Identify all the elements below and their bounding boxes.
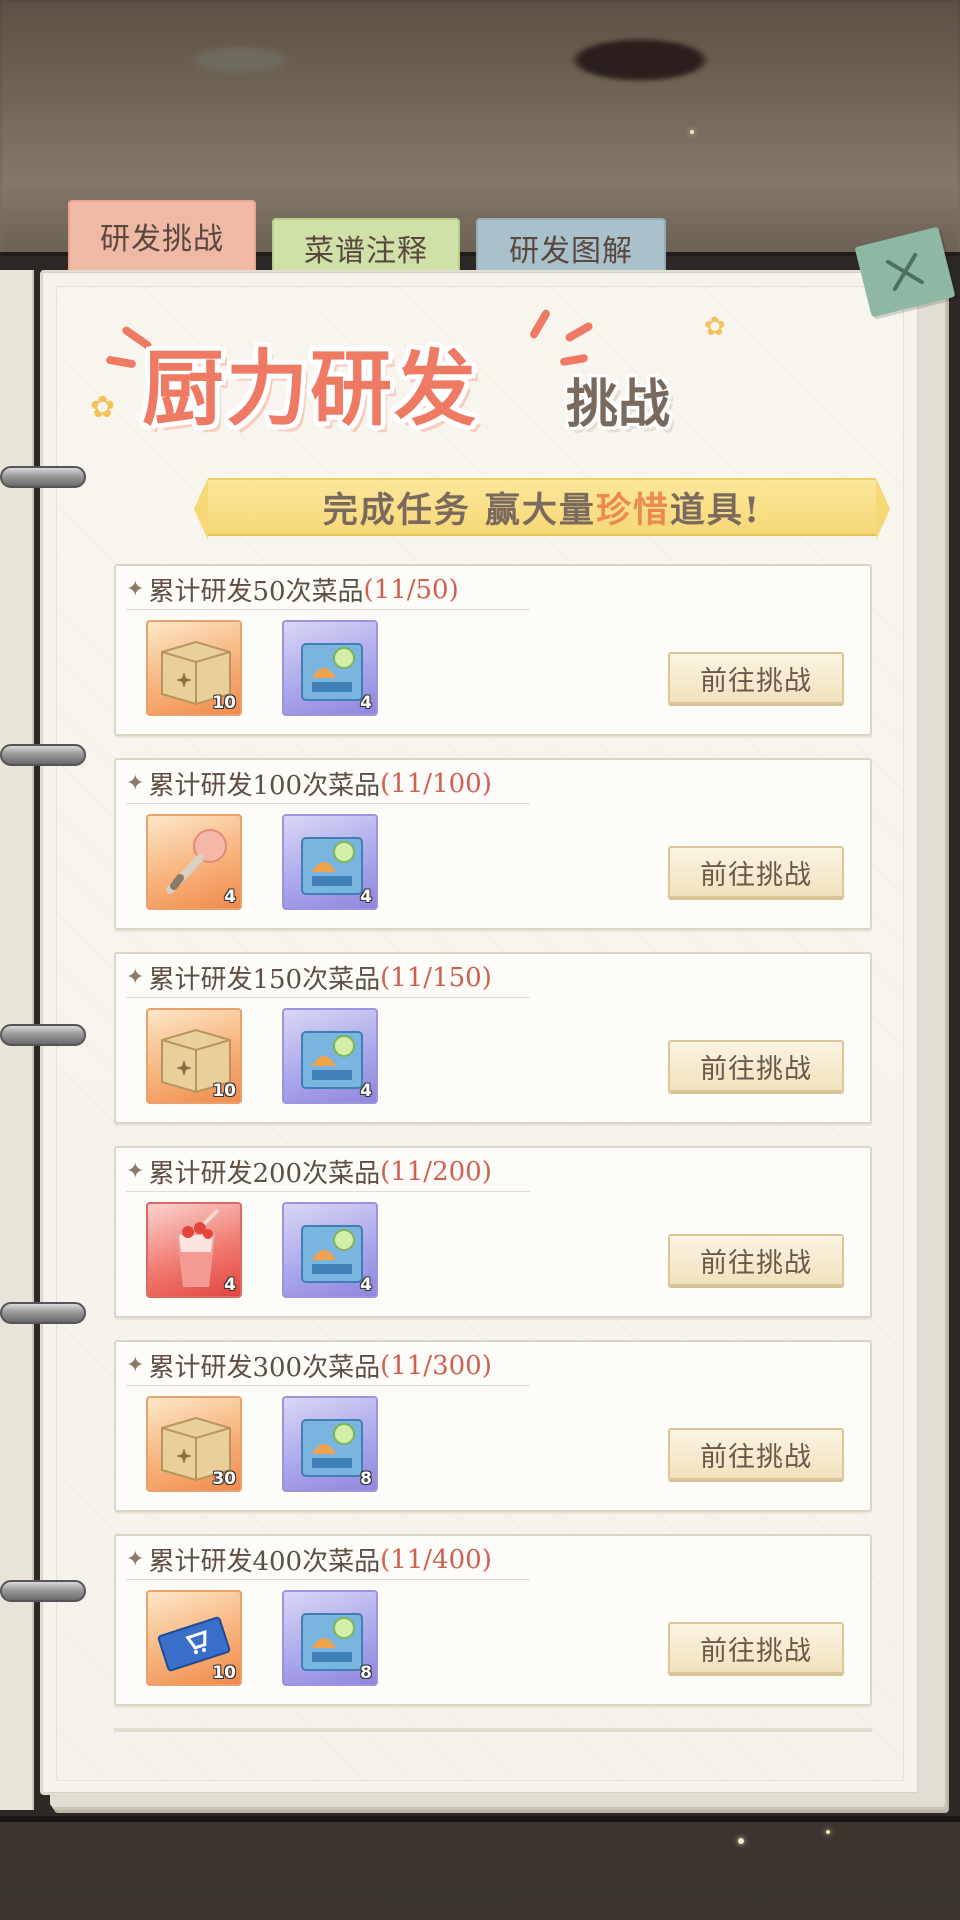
task-card: ✦ 累计研发200次菜品 (11/200) 4 4 前往挑战: [114, 1146, 872, 1318]
task-progress: (11/300): [380, 1350, 492, 1381]
go-challenge-button[interactable]: 前往挑战: [668, 1428, 844, 1480]
reward-item[interactable]: 4: [282, 1008, 378, 1104]
task-header: ✦ 累计研发200次菜品 (11/200): [126, 1152, 530, 1192]
task-card: ✦ 累计研发400次菜品 (11/400) 10 8 前往挑战: [114, 1534, 872, 1706]
task-label: 累计研发50次菜品: [148, 577, 364, 607]
reward-item[interactable]: 4: [282, 1202, 378, 1298]
go-challenge-button[interactable]: 前往挑战: [668, 1622, 844, 1674]
task-label: 累计研发100次菜品: [148, 771, 381, 801]
binder-ring: [0, 1302, 86, 1324]
bullet-icon: ✦: [126, 771, 145, 796]
task-header: ✦ 累计研发100次菜品 (11/100): [126, 764, 530, 804]
reward-count: 4: [360, 1275, 372, 1295]
star-icon: ✿: [704, 312, 726, 342]
task-progress: (11/50): [363, 574, 459, 605]
star-icon: ✿: [90, 390, 116, 425]
go-challenge-button[interactable]: 前往挑战: [668, 846, 844, 898]
tab-research-challenge[interactable]: 研发挑战: [68, 200, 256, 272]
bullet-icon: ✦: [126, 1547, 145, 1572]
task-label: 累计研发400次菜品: [148, 1547, 381, 1577]
sparkle-deco: [738, 1838, 744, 1844]
reward-count: 8: [360, 1469, 372, 1489]
reward-count: 8: [360, 1663, 372, 1683]
spark-deco: [528, 308, 552, 340]
reward-count: 4: [224, 1275, 236, 1295]
reward-item[interactable]: 4: [282, 814, 378, 910]
reward-count: 4: [224, 887, 236, 907]
reward-count: 4: [360, 1081, 372, 1101]
task-card: ✦ 累计研发50次菜品 (11/50) 10 4 前往挑战: [114, 564, 872, 736]
task-card: ✦ 累计研发300次菜品 (11/300) 30 8 前往挑战: [114, 1340, 872, 1512]
task-header: ✦ 累计研发400次菜品 (11/400): [126, 1540, 530, 1580]
bullet-icon: ✦: [126, 965, 145, 990]
ribbon-text-suffix: 道具!: [669, 489, 762, 531]
reward-item[interactable]: 30: [146, 1396, 242, 1492]
task-label: 累计研发200次菜品: [148, 1159, 381, 1189]
title-banner: ✿ ✿ 厨力研发 挑战: [70, 298, 770, 448]
task-header: ✦ 累计研发300次菜品 (11/300): [126, 1346, 530, 1386]
spark-deco: [564, 321, 594, 343]
task-header: ✦ 累计研发150次菜品 (11/150): [126, 958, 530, 998]
bullet-icon: ✦: [126, 577, 145, 602]
reward-item[interactable]: 4: [282, 620, 378, 716]
reward-item[interactable]: 8: [282, 1590, 378, 1686]
reward-item[interactable]: 10: [146, 620, 242, 716]
go-challenge-button[interactable]: 前往挑战: [668, 1234, 844, 1286]
binder-ring: [0, 1024, 86, 1046]
reward-count: 10: [212, 1081, 236, 1101]
go-challenge-button[interactable]: 前往挑战: [668, 1040, 844, 1092]
tab-recipe-notes[interactable]: 菜谱注释: [272, 218, 460, 278]
reward-count: 10: [212, 693, 236, 713]
reward-item[interactable]: 4: [146, 814, 242, 910]
reward-count: 4: [360, 887, 372, 907]
task-label: 累计研发150次菜品: [148, 965, 381, 995]
reward-item[interactable]: 10: [146, 1008, 242, 1104]
bullet-icon: ✦: [126, 1159, 145, 1184]
reward-count: 30: [212, 1469, 236, 1489]
close-icon: [886, 253, 924, 291]
binder-ring: [0, 744, 86, 766]
page-title: 厨力研发: [142, 341, 479, 437]
reward-item[interactable]: 4: [146, 1202, 242, 1298]
task-card: ✦ 累计研发100次菜品 (11/100) 4 4 前往挑战: [114, 758, 872, 930]
task-progress: (11/150): [380, 962, 492, 993]
go-challenge-button[interactable]: 前往挑战: [668, 652, 844, 704]
sparkle-deco: [690, 130, 694, 134]
task-progress: (11/100): [380, 768, 492, 799]
reward-item[interactable]: 10: [146, 1590, 242, 1686]
tab-research-diagram[interactable]: 研发图解: [476, 218, 666, 278]
list-scroll-edge: [114, 1728, 872, 1732]
task-progress: (11/400): [380, 1544, 492, 1575]
page-subtitle: 挑战: [566, 374, 671, 435]
bullet-icon: ✦: [126, 1353, 145, 1378]
reward-ribbon: 完成任务 赢大量 珍惜 道具!: [194, 478, 890, 540]
reward-count: 10: [212, 1663, 236, 1683]
spark-deco: [105, 355, 137, 369]
reward-count: 4: [360, 693, 372, 713]
reward-item[interactable]: 8: [282, 1396, 378, 1492]
binder-ring: [0, 1580, 86, 1602]
task-card: ✦ 累计研发150次菜品 (11/150) 10 4 前往挑战: [114, 952, 872, 1124]
ribbon-text-highlight: 珍惜: [595, 489, 670, 531]
task-progress: (11/200): [380, 1156, 492, 1187]
task-label: 累计研发300次菜品: [148, 1353, 381, 1383]
task-header: ✦ 累计研发50次菜品 (11/50): [126, 570, 530, 610]
ribbon-text-prefix: 完成任务 赢大量: [322, 489, 596, 531]
sparkle-deco: [826, 1830, 830, 1834]
binder-ring: [0, 466, 86, 488]
